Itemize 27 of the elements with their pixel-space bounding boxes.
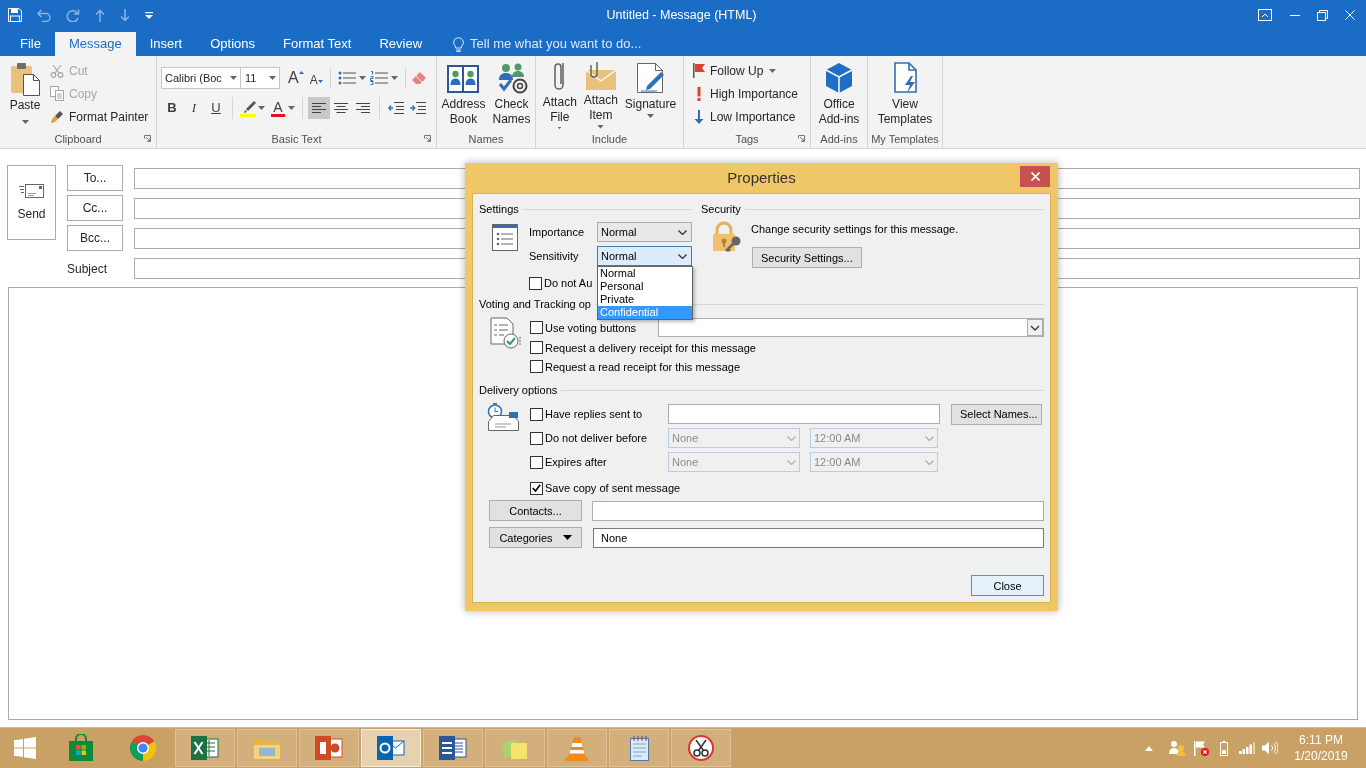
subject-label: Subject bbox=[67, 262, 108, 276]
checkbox-label: Have replies sent to bbox=[545, 407, 643, 421]
group-label: Add-ins bbox=[820, 131, 858, 146]
group-label: My Templates bbox=[871, 131, 939, 146]
section-title: Delivery options bbox=[479, 383, 558, 397]
checkbox-label: Use voting buttons bbox=[545, 320, 637, 335]
checkbox-label: Expires after bbox=[545, 455, 607, 469]
section-title: Security bbox=[701, 202, 741, 216]
group-label: Basic Text bbox=[271, 131, 322, 146]
checkbox-label: Do not deliver before bbox=[545, 431, 648, 445]
security-description: Change security settings for this message. bbox=[751, 222, 959, 236]
clock-time: 6:11 PM bbox=[1299, 732, 1343, 748]
section-title: Settings bbox=[479, 202, 519, 216]
dialog-title: Properties bbox=[727, 167, 796, 188]
group-label: Names bbox=[468, 131, 504, 146]
checkbox-label: Request a read receipt for this message bbox=[545, 359, 741, 374]
group-label: Tags bbox=[735, 131, 759, 146]
checkbox-label: Request a delivery receipt for this message bbox=[545, 340, 756, 355]
checkbox-label: Save copy of sent message bbox=[545, 481, 681, 495]
section-title: Voting and Tracking op bbox=[479, 297, 591, 311]
clock-date: 1/20/2019 bbox=[1294, 748, 1348, 764]
field-label: Sensitivity bbox=[529, 250, 579, 262]
checkbox-label: Do not Au bbox=[544, 276, 593, 290]
group-label: Clipboard bbox=[54, 131, 102, 146]
window-title: Untitled - Message (HTML) bbox=[606, 6, 757, 24]
field-label: Importance bbox=[529, 226, 585, 238]
group-label: Include bbox=[591, 131, 628, 146]
